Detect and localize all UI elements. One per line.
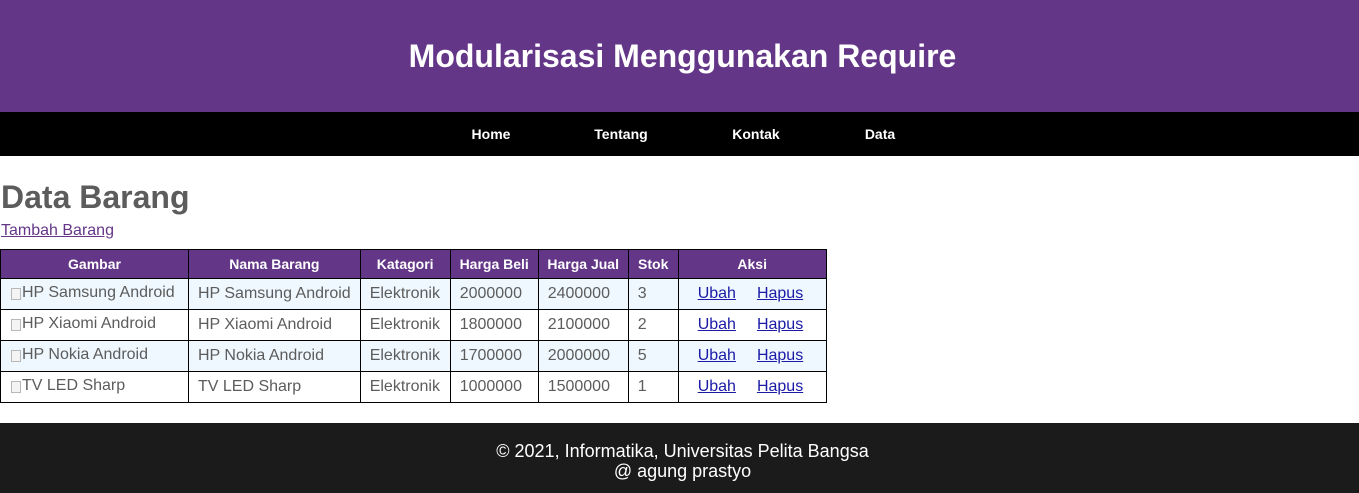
column-header-harga-beli: Harga Beli [449, 249, 539, 279]
item-name: HP Xiaomi Android [188, 309, 361, 341]
item-stock: 2 [627, 309, 679, 341]
broken-image: TV LED Sharp [11, 377, 125, 395]
image-alt-text: TV LED Sharp [22, 377, 126, 394]
item-actions: Ubah Hapus [677, 371, 827, 403]
table-row: HP Nokia Android HP Nokia Android Elektr… [0, 340, 827, 372]
footer-author: @ agung prastyo [613, 461, 752, 481]
column-header-nama: Nama Barang [188, 249, 361, 279]
item-actions: Ubah Hapus [677, 340, 827, 372]
item-sell-price: 2000000 [537, 340, 629, 372]
item-image-cell: HP Samsung Android [0, 278, 189, 310]
item-name: TV LED Sharp [188, 371, 361, 403]
item-buy-price: 2000000 [449, 278, 539, 310]
broken-image-icon [11, 288, 21, 300]
page-title: Data Barang [1, 179, 190, 215]
broken-image-icon [11, 381, 21, 393]
item-category: Elektronik [359, 278, 451, 310]
nav-kontak[interactable]: Kontak [732, 112, 779, 156]
item-buy-price: 1800000 [449, 309, 539, 341]
item-buy-price: 1000000 [449, 371, 539, 403]
item-name: HP Samsung Android [188, 278, 361, 310]
delete-link[interactable]: Hapus [757, 347, 803, 364]
broken-image: HP Nokia Android [11, 346, 148, 364]
nav-tentang[interactable]: Tentang [594, 112, 647, 156]
delete-link[interactable]: Hapus [757, 285, 803, 302]
item-stock: 1 [627, 371, 679, 403]
items-table: Gambar Nama Barang Katagori Harga Beli H… [0, 249, 827, 403]
column-header-harga-jual: Harga Jual [537, 249, 629, 279]
image-alt-text: HP Xiaomi Android [22, 315, 156, 332]
main-nav: Home Tentang Kontak Data [0, 112, 1359, 156]
item-sell-price: 2400000 [537, 278, 629, 310]
nav-home[interactable]: Home [472, 112, 511, 156]
item-category: Elektronik [359, 340, 451, 372]
broken-image-icon [11, 319, 21, 331]
footer-copyright: © 2021, Informatika, Universitas Pelita … [496, 441, 869, 461]
column-header-gambar: Gambar [0, 249, 189, 279]
item-category: Elektronik [359, 309, 451, 341]
site-header: Modularisasi Menggunakan Require [0, 0, 1359, 112]
image-alt-text: HP Samsung Android [22, 284, 175, 301]
item-actions: Ubah Hapus [677, 309, 827, 341]
table-row: HP Xiaomi Android HP Xiaomi Android Elek… [0, 309, 827, 341]
image-alt-text: HP Nokia Android [22, 346, 148, 363]
edit-link[interactable]: Ubah [698, 316, 736, 333]
table-header-row: Gambar Nama Barang Katagori Harga Beli H… [0, 249, 827, 279]
item-actions: Ubah Hapus [677, 278, 827, 310]
column-header-kategori: Katagori [359, 249, 451, 279]
site-footer: © 2021, Informatika, Universitas Pelita … [0, 423, 1359, 493]
table-row: TV LED Sharp TV LED Sharp Elektronik 100… [0, 371, 827, 403]
site-title: Modularisasi Menggunakan Require [408, 37, 957, 74]
item-buy-price: 1700000 [449, 340, 539, 372]
nav-data[interactable]: Data [865, 112, 895, 156]
item-category: Elektronik [359, 371, 451, 403]
item-sell-price: 2100000 [537, 309, 629, 341]
edit-link[interactable]: Ubah [698, 347, 736, 364]
column-header-stok: Stok [627, 249, 679, 279]
add-item-link[interactable]: Tambah Barang [1, 221, 114, 241]
item-name: HP Nokia Android [188, 340, 361, 372]
item-sell-price: 1500000 [537, 371, 629, 403]
delete-link[interactable]: Hapus [757, 378, 803, 395]
broken-image: HP Samsung Android [11, 284, 175, 302]
edit-link[interactable]: Ubah [698, 378, 736, 395]
item-stock: 3 [627, 278, 679, 310]
item-image-cell: HP Nokia Android [0, 340, 189, 372]
edit-link[interactable]: Ubah [698, 285, 736, 302]
item-image-cell: TV LED Sharp [0, 371, 189, 403]
item-stock: 5 [627, 340, 679, 372]
item-image-cell: HP Xiaomi Android [0, 309, 189, 341]
table-row: HP Samsung Android HP Samsung Android El… [0, 278, 827, 310]
broken-image: HP Xiaomi Android [11, 315, 156, 333]
delete-link[interactable]: Hapus [757, 316, 803, 333]
column-header-aksi: Aksi [677, 249, 827, 279]
broken-image-icon [11, 350, 21, 362]
main-content: Data Barang Tambah Barang Gambar Nama Ba… [0, 156, 1359, 423]
